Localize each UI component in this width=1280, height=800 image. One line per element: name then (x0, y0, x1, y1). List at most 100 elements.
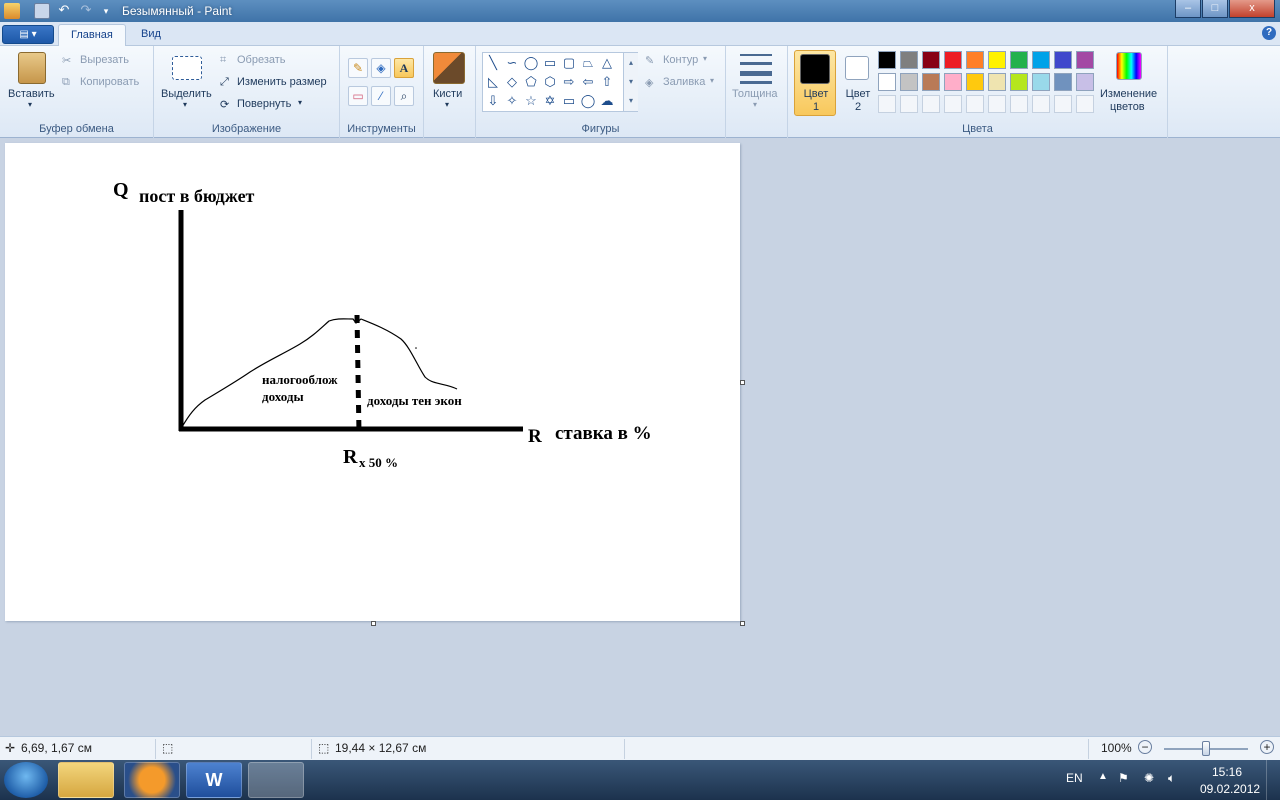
palette-color-swatch[interactable] (900, 73, 918, 91)
edit-colors-button-line2[interactable]: цветов (1110, 101, 1145, 113)
network-icon[interactable]: ✺ (1144, 771, 1154, 785)
brush-icon[interactable] (433, 52, 465, 84)
tab-home[interactable]: Главная (58, 24, 126, 47)
palette-empty-swatch[interactable] (922, 95, 940, 113)
undo-icon[interactable]: ↶ (56, 3, 72, 19)
shapes-scrollbar[interactable]: ▴ ▾ ▾ (623, 53, 638, 111)
rotate-dropdown-icon[interactable]: ▾ (298, 98, 302, 107)
fill-dropdown-icon[interactable]: ▾ (710, 76, 714, 85)
down-arrow-shape-icon[interactable]: ⇩ (485, 93, 501, 109)
palette-empty-swatch[interactable] (900, 95, 918, 113)
rotate-button[interactable]: Повернуть (237, 98, 291, 110)
triangle-shape-icon[interactable]: △ (599, 55, 615, 71)
diamond-shape-icon[interactable]: ◇ (504, 74, 520, 90)
four-point-star-shape-icon[interactable]: ✧ (504, 93, 520, 109)
six-point-star-shape-icon[interactable]: ✡ (542, 93, 558, 109)
palette-color-swatch[interactable] (1076, 51, 1094, 69)
up-arrow-shape-icon[interactable]: ⇧ (599, 74, 615, 90)
cloud-callout-shape-icon[interactable]: ☁ (599, 93, 615, 109)
brushes-dropdown-icon[interactable]: ▾ (445, 100, 449, 109)
clock-date[interactable]: 09.02.2012 (1200, 782, 1260, 796)
palette-empty-swatch[interactable] (878, 95, 896, 113)
palette-color-swatch[interactable] (1032, 73, 1050, 91)
palette-empty-swatch[interactable] (1032, 95, 1050, 113)
edit-colors-button-line1[interactable]: Изменение (1100, 88, 1157, 100)
polygon-shape-icon[interactable]: ⏢ (580, 55, 596, 71)
fill-button[interactable]: Заливка (663, 76, 705, 88)
magnifier-icon[interactable]: ⌕ (394, 86, 414, 106)
action-center-icon[interactable]: ⚑ (1118, 771, 1129, 785)
volume-icon[interactable]: 🔈︎ (1168, 771, 1175, 786)
left-arrow-shape-icon[interactable]: ⇦ (580, 74, 596, 90)
resize-handle-corner[interactable] (740, 621, 745, 626)
start-button[interactable] (4, 762, 48, 798)
fill-bucket-icon[interactable]: ◈ (371, 58, 391, 78)
hexagon-shape-icon[interactable]: ⬡ (542, 74, 558, 90)
copy-button[interactable]: Копировать (80, 76, 139, 88)
paint-menu-button[interactable]: ▤ ▾ (2, 25, 54, 44)
word-taskbar-icon[interactable]: W (186, 762, 242, 798)
palette-color-swatch[interactable] (988, 73, 1006, 91)
explorer-taskbar-icon[interactable] (58, 762, 114, 798)
palette-empty-swatch[interactable] (1076, 95, 1094, 113)
palette-color-swatch[interactable] (966, 73, 984, 91)
clock-time[interactable]: 15:16 (1212, 765, 1242, 779)
palette-color-swatch[interactable] (988, 51, 1006, 69)
crop-button[interactable]: Обрезать (237, 54, 286, 66)
brushes-button[interactable]: Кисти (433, 88, 462, 100)
size-button[interactable]: Толщина (732, 88, 778, 100)
line-shape-icon[interactable]: ╲ (485, 55, 501, 71)
palette-color-swatch[interactable] (1010, 73, 1028, 91)
paste-button[interactable]: Вставить (8, 88, 55, 100)
five-point-star-shape-icon[interactable]: ☆ (523, 93, 539, 109)
palette-color-swatch[interactable] (922, 73, 940, 91)
resize-handle-bottom[interactable] (371, 621, 376, 626)
zoom-slider-thumb[interactable] (1202, 741, 1210, 756)
palette-empty-swatch[interactable] (988, 95, 1006, 113)
palette-color-swatch[interactable] (900, 51, 918, 69)
palette-color-swatch[interactable] (878, 51, 896, 69)
select-icon[interactable] (172, 56, 202, 80)
palette-color-swatch[interactable] (1054, 73, 1072, 91)
size-dropdown-icon[interactable]: ▾ (753, 100, 757, 109)
tab-view[interactable]: Вид (129, 24, 173, 47)
color-picker-icon[interactable]: ⁄ (371, 86, 391, 106)
palette-empty-swatch[interactable] (966, 95, 984, 113)
palette-color-swatch[interactable] (878, 73, 896, 91)
palette-empty-swatch[interactable] (944, 95, 962, 113)
maximize-button[interactable]: □ (1202, 0, 1228, 18)
rectangle-shape-icon[interactable]: ▭ (542, 55, 558, 71)
quick-access-dropdown-icon[interactable]: ▾ (98, 3, 114, 19)
help-icon[interactable]: ? (1262, 26, 1276, 40)
line-size-icon[interactable] (740, 54, 772, 84)
zoom-out-icon[interactable]: − (1138, 740, 1152, 754)
outline-dropdown-icon[interactable]: ▾ (703, 54, 707, 63)
pencil-icon[interactable]: ✎ (348, 58, 368, 78)
palette-color-swatch[interactable] (1010, 51, 1028, 69)
oval-shape-icon[interactable]: ◯ (523, 55, 539, 71)
palette-color-swatch[interactable] (1076, 73, 1094, 91)
resize-handle-right[interactable] (740, 380, 745, 385)
paste-dropdown-icon[interactable]: ▾ (28, 100, 32, 109)
rect-callout-shape-icon[interactable]: ▭ (561, 93, 577, 109)
curve-shape-icon[interactable]: ∽ (504, 55, 520, 71)
palette-color-swatch[interactable] (922, 51, 940, 69)
save-icon[interactable] (34, 3, 50, 19)
eraser-icon[interactable]: ▭ (348, 86, 368, 106)
drawing-canvas[interactable]: Q пост в бюджет налогооблож доходы доход… (5, 143, 740, 621)
rounded-rectangle-shape-icon[interactable]: ▢ (561, 55, 577, 71)
palette-color-swatch[interactable] (944, 73, 962, 91)
select-dropdown-icon[interactable]: ▾ (183, 100, 187, 109)
paint-taskbar-icon[interactable] (248, 762, 304, 798)
palette-color-swatch[interactable] (966, 51, 984, 69)
language-indicator[interactable]: EN (1066, 771, 1083, 785)
color2-swatch[interactable] (845, 56, 869, 80)
paint-app-icon[interactable] (4, 3, 20, 19)
palette-color-swatch[interactable] (1032, 51, 1050, 69)
pentagon-shape-icon[interactable]: ⬠ (523, 74, 539, 90)
zoom-in-icon[interactable]: + (1260, 740, 1274, 754)
palette-empty-swatch[interactable] (1054, 95, 1072, 113)
resize-button[interactable]: Изменить размер (237, 76, 327, 88)
text-tool-icon[interactable]: A (394, 58, 414, 78)
outline-button[interactable]: Контур (663, 54, 698, 66)
